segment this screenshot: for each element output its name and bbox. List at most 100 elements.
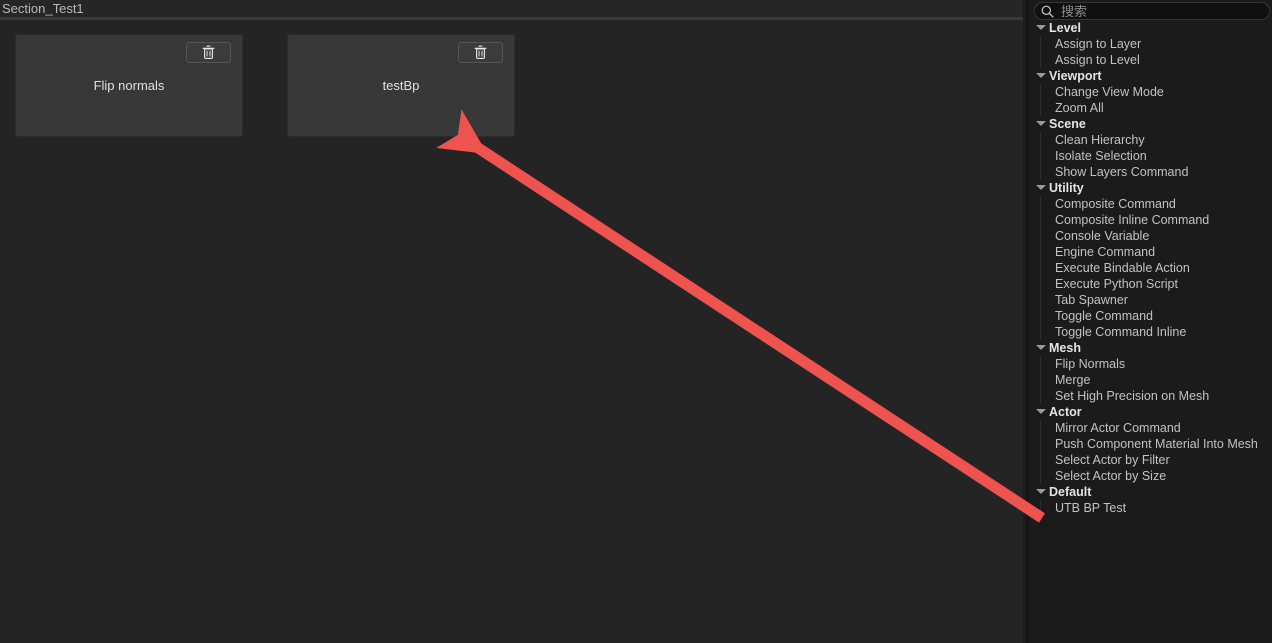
- tree-guide-line: [1040, 324, 1041, 340]
- tree-item[interactable]: Push Component Material Into Mesh: [1032, 436, 1272, 452]
- tree-guide-line: [1040, 356, 1041, 372]
- tree-guide-line: [1040, 100, 1041, 116]
- tree-item[interactable]: Zoom All: [1032, 100, 1272, 116]
- tree-category-label: Scene: [1049, 117, 1086, 131]
- tree-item-label: Select Actor by Size: [1055, 469, 1167, 483]
- tree-item-label: Mirror Actor Command: [1055, 421, 1181, 435]
- main-panel: Section_Test1 Flip normals testBp: [0, 0, 1023, 643]
- search-icon: [1041, 5, 1054, 18]
- tree-item[interactable]: Flip Normals: [1032, 356, 1272, 372]
- trash-icon: [474, 45, 487, 60]
- command-card[interactable]: testBp: [287, 34, 515, 137]
- command-library-panel: Level Assign to Layer Assign to Level Viewp…: [1032, 0, 1272, 643]
- tree-item[interactable]: Select Actor by Filter: [1032, 452, 1272, 468]
- chevron-down-icon[interactable]: [1036, 73, 1046, 79]
- tree-item[interactable]: Execute Bindable Action: [1032, 260, 1272, 276]
- section-title: Section_Test1: [2, 1, 84, 16]
- tree-guide-line: [1040, 196, 1041, 212]
- tree-item-label: Toggle Command Inline: [1055, 325, 1187, 339]
- tree-item[interactable]: Toggle Command Inline: [1032, 324, 1272, 340]
- command-tree[interactable]: Level Assign to Layer Assign to Level Viewp…: [1032, 20, 1272, 643]
- card-area: Flip normals testBp: [0, 20, 1023, 643]
- tree-category-label: Utility: [1049, 181, 1084, 195]
- tree-category[interactable]: Level: [1032, 20, 1272, 36]
- chevron-down-icon[interactable]: [1036, 25, 1046, 31]
- section-header-bar: Section_Test1: [0, 0, 1023, 17]
- tree-item[interactable]: Merge: [1032, 372, 1272, 388]
- tree-item[interactable]: Engine Command: [1032, 244, 1272, 260]
- tree-item[interactable]: UTB BP Test: [1032, 500, 1272, 516]
- search-box[interactable]: [1034, 2, 1270, 20]
- tree-item-label: UTB BP Test: [1055, 501, 1127, 515]
- search-input[interactable]: [1054, 3, 1269, 19]
- tree-item[interactable]: Clean Hierarchy: [1032, 132, 1272, 148]
- tree-item-label: Composite Inline Command: [1055, 213, 1210, 227]
- tree-guide-line: [1040, 52, 1041, 68]
- tree-item[interactable]: Select Actor by Size: [1032, 468, 1272, 484]
- delete-button[interactable]: [186, 42, 231, 63]
- tree-guide-line: [1040, 148, 1041, 164]
- tree-item-label: Clean Hierarchy: [1055, 133, 1145, 147]
- chevron-down-icon[interactable]: [1036, 185, 1046, 191]
- tree-guide-line: [1040, 212, 1041, 228]
- tree-guide-line: [1040, 276, 1041, 292]
- tree-category-label: Level: [1049, 21, 1081, 35]
- tree-item-label: Execute Bindable Action: [1055, 261, 1190, 275]
- trash-icon: [202, 45, 215, 60]
- tree-item[interactable]: Mirror Actor Command: [1032, 420, 1272, 436]
- chevron-down-icon[interactable]: [1036, 121, 1046, 127]
- tree-guide-line: [1040, 84, 1041, 100]
- delete-button[interactable]: [458, 42, 503, 63]
- tree-item[interactable]: Toggle Command: [1032, 308, 1272, 324]
- tree-guide-line: [1040, 468, 1041, 484]
- tree-guide-line: [1040, 228, 1041, 244]
- tree-item-label: Merge: [1055, 373, 1091, 387]
- tree-category[interactable]: Default: [1032, 484, 1272, 500]
- tree-item-label: Change View Mode: [1055, 85, 1164, 99]
- search-row: [1032, 0, 1272, 20]
- tree-item[interactable]: Composite Inline Command: [1032, 212, 1272, 228]
- tree-category-label: Actor: [1049, 405, 1082, 419]
- tree-item[interactable]: Show Layers Command: [1032, 164, 1272, 180]
- tree-item[interactable]: Execute Python Script: [1032, 276, 1272, 292]
- tree-item-label: Assign to Level: [1055, 53, 1140, 67]
- tree-item[interactable]: Change View Mode: [1032, 84, 1272, 100]
- tree-item[interactable]: Assign to Level: [1032, 52, 1272, 68]
- application-window: Section_Test1 Flip normals testBp 搜索 Lev…: [0, 0, 1272, 643]
- tree-guide-line: [1040, 420, 1041, 436]
- chevron-down-icon[interactable]: [1036, 409, 1046, 415]
- chevron-down-icon[interactable]: [1036, 345, 1046, 351]
- tree-item-label: Show Layers Command: [1055, 165, 1189, 179]
- tree-item[interactable]: Tab Spawner: [1032, 292, 1272, 308]
- tree-category-label: Viewport: [1049, 69, 1102, 83]
- tree-guide-line: [1040, 132, 1041, 148]
- tree-category[interactable]: Viewport: [1032, 68, 1272, 84]
- tree-item-label: Isolate Selection: [1055, 149, 1147, 163]
- tree-item[interactable]: Composite Command: [1032, 196, 1272, 212]
- tree-item[interactable]: Assign to Layer: [1032, 36, 1272, 52]
- tree-guide-line: [1040, 500, 1041, 516]
- tree-category[interactable]: Mesh: [1032, 340, 1272, 356]
- tree-item[interactable]: Console Variable: [1032, 228, 1272, 244]
- tree-category-label: Default: [1049, 485, 1092, 499]
- tree-item-label: Execute Python Script: [1055, 277, 1178, 291]
- command-card[interactable]: Flip normals: [15, 34, 243, 137]
- tree-guide-line: [1040, 36, 1041, 52]
- tree-guide-line: [1040, 260, 1041, 276]
- tree-item-label: Push Component Material Into Mesh: [1055, 437, 1258, 451]
- tree-item-label: Flip Normals: [1055, 357, 1126, 371]
- tree-category[interactable]: Actor: [1032, 404, 1272, 420]
- tree-item-label: Assign to Layer: [1055, 37, 1142, 51]
- tree-category[interactable]: Scene: [1032, 116, 1272, 132]
- tree-guide-line: [1040, 164, 1041, 180]
- tree-item[interactable]: Set High Precision on Mesh: [1032, 388, 1272, 404]
- tree-guide-line: [1040, 244, 1041, 260]
- tree-category[interactable]: Utility: [1032, 180, 1272, 196]
- tree-item[interactable]: Isolate Selection: [1032, 148, 1272, 164]
- chevron-down-icon[interactable]: [1036, 489, 1046, 495]
- tree-item-label: Toggle Command: [1055, 309, 1153, 323]
- tree-guide-line: [1040, 372, 1041, 388]
- panel-splitter[interactable]: [1023, 0, 1032, 643]
- tree-category-label: Mesh: [1049, 341, 1081, 355]
- splitter-grip[interactable]: [1026, 0, 1029, 643]
